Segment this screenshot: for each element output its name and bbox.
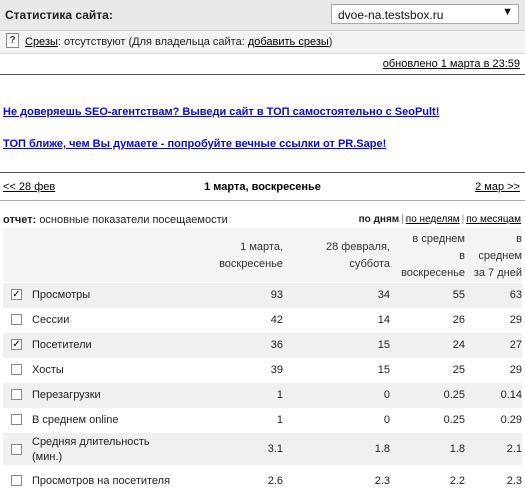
row-checkbox[interactable] [11,444,22,455]
row-label: Сессии [32,314,70,326]
cell-value: 26 [452,314,465,326]
top-bar: Статистика сайта: dvoe-na.testsbox.ru ▼ [0,0,525,31]
cell-value: 55 [452,289,465,301]
slices-text: : отсутствуют (Для владельца сайта: [57,36,248,48]
row-label: Просмотров на посетителя [32,475,171,487]
help-icon[interactable]: ? [6,33,19,48]
cell-value: 0.29 [500,414,522,426]
table-row: Сессии 42 14 26 29 [3,308,522,334]
slices-link[interactable]: Срезы [25,36,58,48]
ad-link-sape[interactable]: ТОП ближе, чем Вы думаете - попробуйте в… [3,138,386,150]
next-day-link[interactable]: 2 мар >> [475,181,520,193]
table-row: ✓ Посетители 36 15 24 27 [3,333,522,359]
cell-value: 1 [276,389,283,401]
slices-suffix: ) [328,36,333,48]
row-checkbox[interactable] [11,364,22,375]
cell-value: 25 [452,364,465,376]
col-header-today: 1 марта, воскресенье [219,241,283,270]
cell-value: 2.1 [506,443,522,455]
cell-value: 0.25 [443,389,465,401]
divider [0,172,525,173]
table-header: 1 марта, воскресенье 28 февраля, суббота в… [3,228,522,283]
chevron-down-icon: ▼ [502,6,513,18]
cell-value: 29 [509,364,522,376]
cell-value: 63 [509,289,522,301]
cell-value: 1 [276,414,283,426]
cell-value: 29 [509,314,522,326]
report-title: отчет: основные показатели посещаемости [3,214,228,226]
current-date: 1 марта, воскресенье [204,181,321,193]
cell-value: 1.8 [449,443,465,455]
view-days[interactable]: по дням [359,214,400,225]
table-row: ✓ Просмотры 93 34 55 63 [3,283,522,309]
view-months[interactable]: по месяцам [466,214,521,225]
col-header-avg-sunday: в среднем в воскресенье [401,233,465,279]
site-select[interactable]: dvoe-na.testsbox.ru ▼ [331,4,519,24]
row-checkbox[interactable] [11,389,22,400]
row-label: Перезагрузки [32,389,101,401]
add-slices-link[interactable]: добавить срезы [248,36,329,48]
cell-value: 15 [377,364,390,376]
row-checkbox[interactable]: ✓ [11,339,22,350]
row-checkbox[interactable] [11,475,22,486]
cell-value: 15 [377,339,390,351]
page-title: Статистика сайта: [5,8,113,22]
cell-value: 39 [270,364,283,376]
cell-value: 0.25 [443,414,465,426]
cell-value: 34 [377,289,390,301]
row-checkbox[interactable] [11,314,22,325]
cell-value: 2.3 [506,475,522,487]
view-weeks[interactable]: по неделям [406,214,460,225]
cell-value: 1.8 [374,443,390,455]
table-row: Просмотров на посетителя 2.6 2.3 2.2 2.3 [3,469,522,495]
slices-line: Срезы: отсутствуют (Для владельца сайта:… [25,36,332,48]
divider [0,74,525,75]
table-row: Хосты 39 15 25 29 [3,358,522,384]
cell-value: 0 [383,389,390,401]
site-select-value: dvoe-na.testsbox.ru [338,8,444,22]
cell-value: 36 [270,339,283,351]
report-name: основные показатели посещаемости [39,214,228,226]
row-checkbox[interactable] [11,414,22,425]
row-label: Просмотры [32,289,91,301]
row-checkbox[interactable]: ✓ [11,289,22,300]
cell-value: 27 [509,339,522,351]
period-switch: по дням | по неделям | по месяцам [358,214,521,225]
cell-value: 14 [377,314,390,326]
row-label: Хосты [32,364,64,376]
table-row: Средняя длительность (мин.) 3.1 1.8 1.8 … [3,433,522,466]
col-header-avg-7days: в среднем за 7 дней [473,233,522,279]
cell-value: 2.2 [449,475,465,487]
prev-day-link[interactable]: << 28 фев [3,181,55,193]
row-label: Средняя длительность (мин.) [32,436,150,463]
cell-value: 0 [383,414,390,426]
cell-value: 2.3 [374,475,390,487]
row-label: Посетители [32,339,92,351]
cell-value: 42 [270,314,283,326]
divider [0,200,525,201]
slices-bar: ? Срезы: отсутствуют (Для владельца сайт… [0,31,525,54]
cell-value: 93 [270,289,283,301]
table-row: Перезагрузки 1 0 0.25 0.14 [3,383,522,409]
table-row: В среднем online 1 0 0.25 0.29 [3,408,522,434]
cell-value: 0.14 [500,389,522,401]
ad-link-seopult[interactable]: Не доверяешь SEO-агентствам? Выведи сайт… [3,106,439,118]
report-label: отчет: [3,214,37,226]
cell-value: 24 [452,339,465,351]
updated-link[interactable]: обновлено 1 марта в 23:59 [383,58,520,70]
col-header-yesterday: 28 февраля, суббота [326,241,390,270]
row-label: В среднем online [32,414,119,426]
cell-value: 3.1 [267,443,283,455]
cell-value: 2.6 [267,475,283,487]
